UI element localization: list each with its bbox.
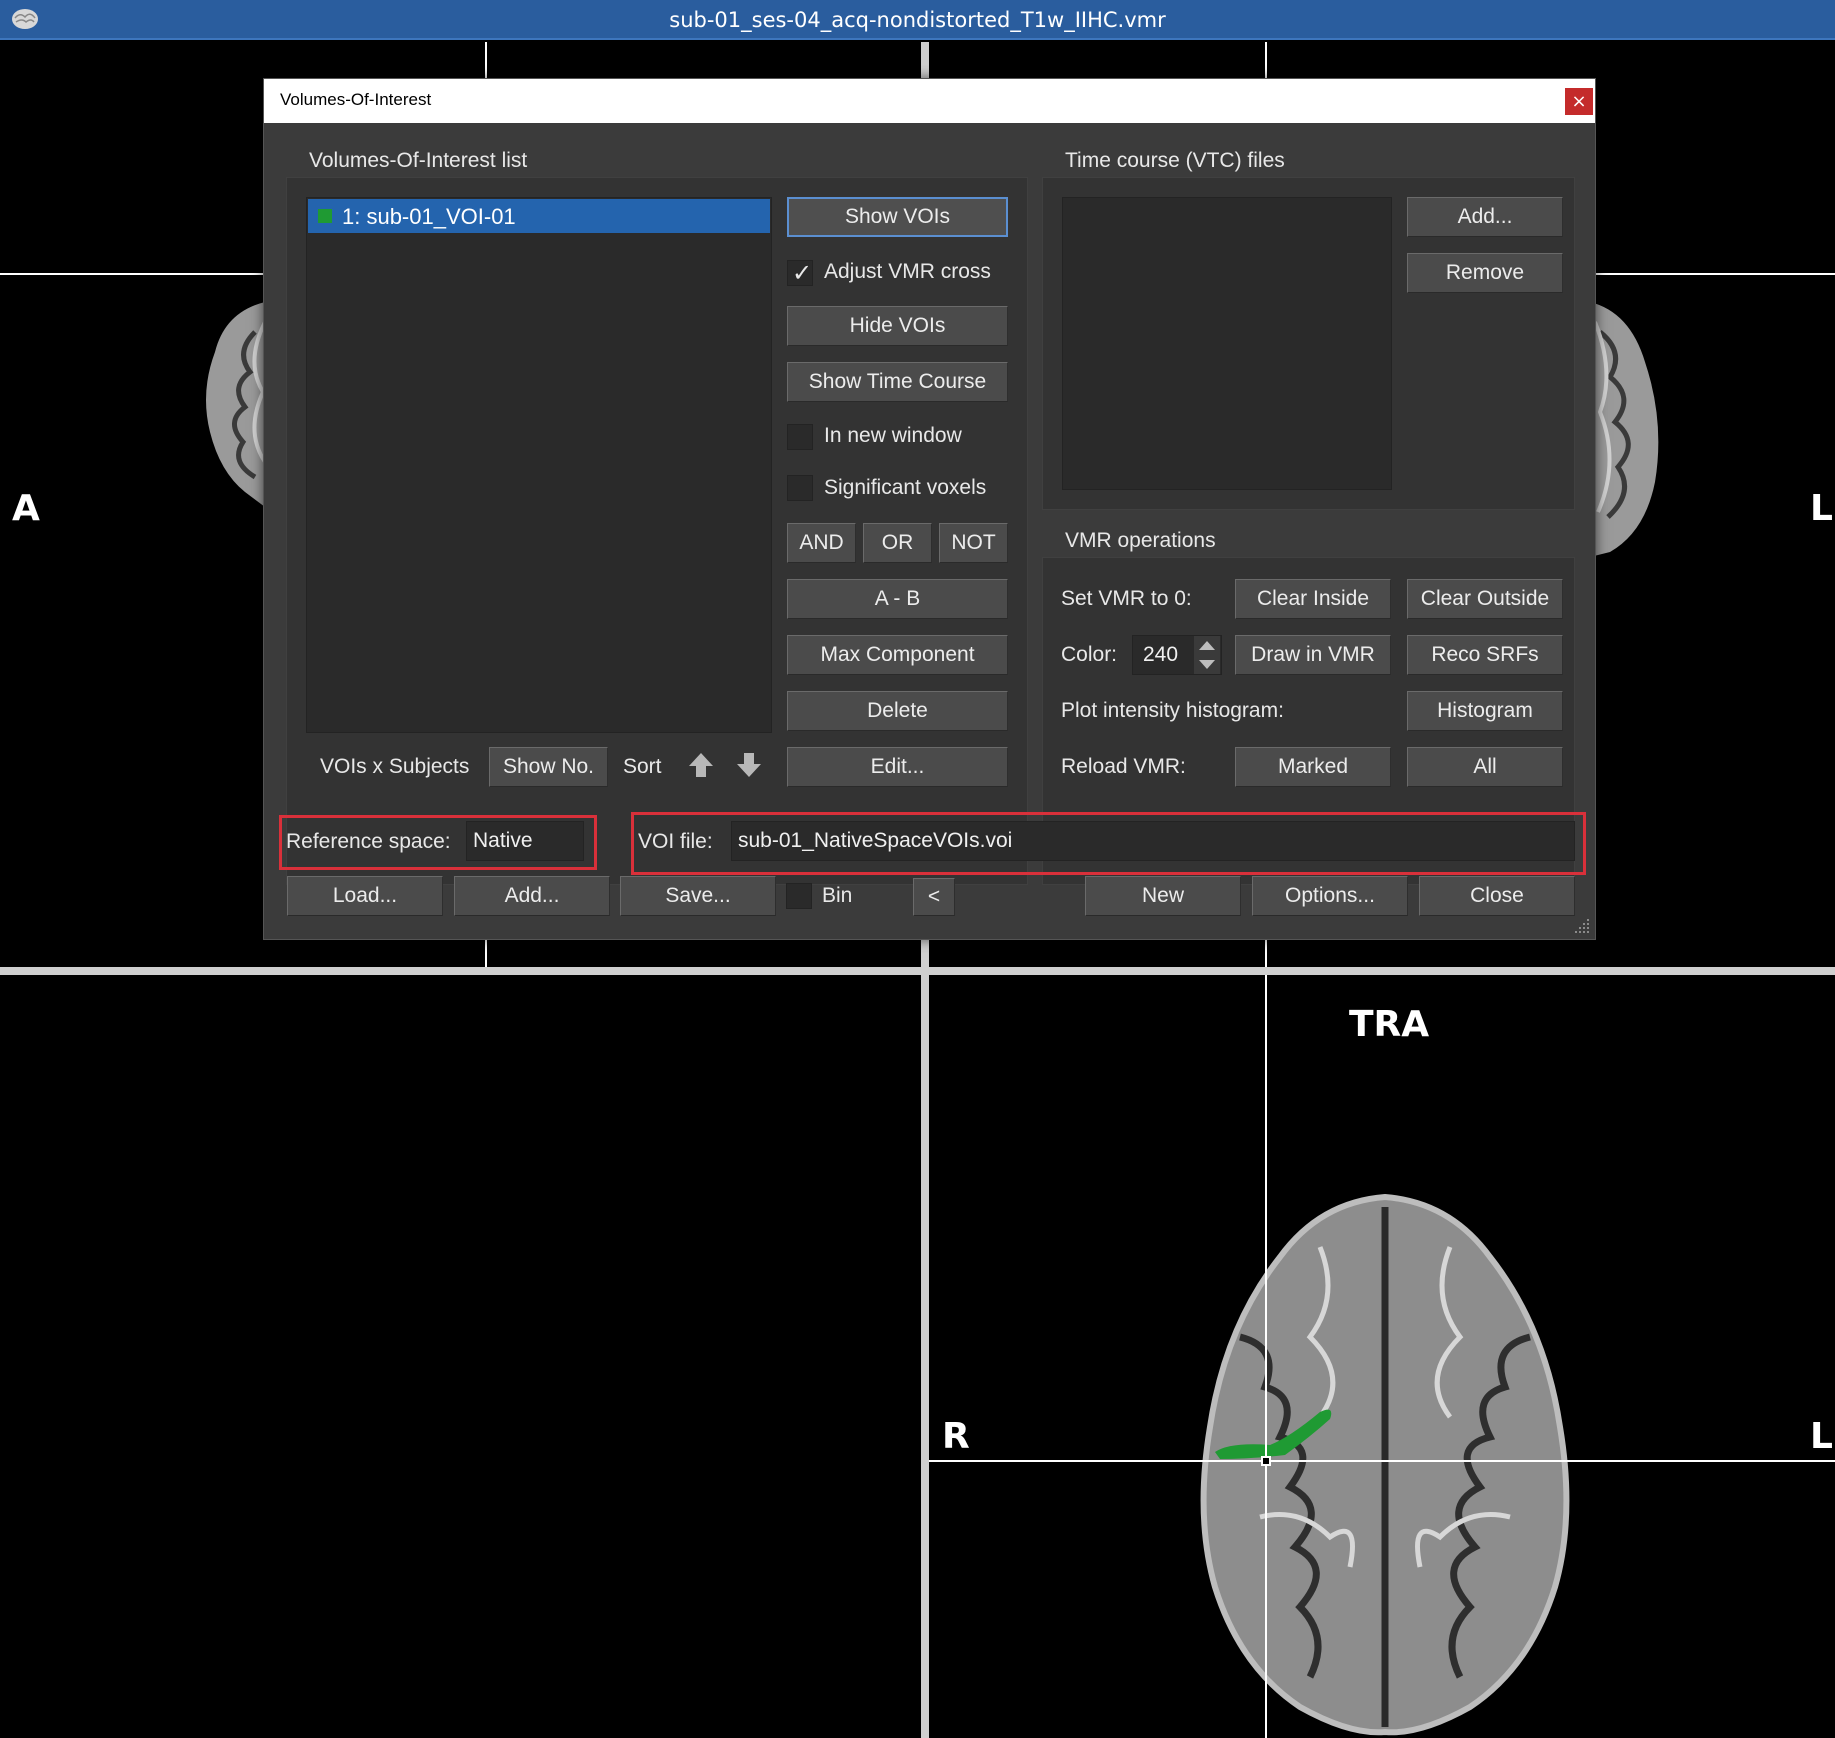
reload-marked-button[interactable]: Marked bbox=[1235, 747, 1391, 787]
edit-button[interactable]: Edit... bbox=[787, 747, 1008, 787]
color-label: Color: bbox=[1061, 643, 1118, 666]
dialog-titlebar[interactable]: Volumes-Of-Interest × bbox=[264, 79, 1595, 123]
max-component-button[interactable]: Max Component bbox=[787, 635, 1008, 675]
clear-inside-button[interactable]: Clear Inside bbox=[1235, 579, 1391, 619]
add-button[interactable]: Add... bbox=[454, 876, 610, 916]
significant-voxels-label: Significant voxels bbox=[824, 476, 987, 499]
in-new-window-label: In new window bbox=[824, 424, 962, 447]
save-button[interactable]: Save... bbox=[620, 876, 776, 916]
coronal-brain-slice bbox=[1590, 302, 1659, 557]
voi-file-value: sub-01_NativeSpaceVOIs.voi bbox=[738, 829, 1013, 852]
reference-space-label: Reference space: bbox=[286, 830, 451, 853]
voi-list-item-label: 1: sub-01_VOI-01 bbox=[342, 204, 516, 229]
draw-in-vmr-button[interactable]: Draw in VMR bbox=[1235, 635, 1391, 675]
adjust-vmr-cross-checkbox[interactable]: ✓ bbox=[787, 259, 813, 287]
voi-list-label: Volumes-Of-Interest list bbox=[309, 149, 528, 172]
reference-space-field[interactable]: Native bbox=[466, 821, 584, 861]
crosshair-line bbox=[929, 1460, 1835, 1462]
load-button[interactable]: Load... bbox=[287, 876, 443, 916]
collapse-button[interactable]: < bbox=[913, 878, 955, 916]
sort-up-arrow-icon[interactable] bbox=[686, 750, 716, 780]
not-button[interactable]: NOT bbox=[939, 523, 1008, 563]
plot-histogram-label: Plot intensity histogram: bbox=[1061, 699, 1284, 722]
in-new-window-checkbox[interactable] bbox=[787, 424, 813, 450]
adjust-vmr-cross-label: Adjust VMR cross bbox=[824, 260, 991, 283]
reload-all-button[interactable]: All bbox=[1407, 747, 1563, 787]
orientation-label-right: R bbox=[942, 1416, 970, 1457]
vois-x-subjects-label: VOIs x Subjects bbox=[320, 755, 470, 778]
reference-space-value: Native bbox=[473, 829, 533, 852]
color-value-text: 240 bbox=[1143, 643, 1179, 666]
orientation-label-left-bottom: L bbox=[1810, 1416, 1833, 1457]
reco-srfs-button[interactable]: Reco SRFs bbox=[1407, 635, 1563, 675]
vmr-operations-label: VMR operations bbox=[1065, 529, 1216, 552]
vtc-add-button[interactable]: Add... bbox=[1407, 197, 1563, 237]
sort-label: Sort bbox=[623, 755, 662, 778]
voi-color-swatch bbox=[318, 209, 332, 223]
vtc-files-label: Time course (VTC) files bbox=[1065, 149, 1285, 172]
histogram-button[interactable]: Histogram bbox=[1407, 691, 1563, 731]
resize-grip-icon[interactable] bbox=[1573, 917, 1591, 935]
voi-file-label: VOI file: bbox=[638, 830, 713, 853]
delete-button[interactable]: Delete bbox=[787, 691, 1008, 731]
transverse-brain-slice bbox=[1200, 1193, 1570, 1736]
hide-vois-button[interactable]: Hide VOIs bbox=[787, 306, 1008, 346]
show-vois-button[interactable]: Show VOIs bbox=[787, 197, 1008, 237]
orientation-label-left-top: L bbox=[1810, 488, 1833, 529]
new-button[interactable]: New bbox=[1085, 876, 1241, 916]
reload-vmr-label: Reload VMR: bbox=[1061, 755, 1186, 778]
voi-listbox[interactable]: 1: sub-01_VOI-01 bbox=[306, 197, 772, 733]
dialog-close-button[interactable]: × bbox=[1565, 88, 1593, 115]
and-button[interactable]: AND bbox=[787, 523, 856, 563]
vtc-remove-button[interactable]: Remove bbox=[1407, 253, 1563, 293]
color-spinner[interactable] bbox=[1194, 636, 1220, 674]
voi-file-field[interactable]: sub-01_NativeSpaceVOIs.voi bbox=[731, 821, 1575, 861]
show-no-button[interactable]: Show No. bbox=[489, 747, 608, 787]
voi-list-item[interactable]: 1: sub-01_VOI-01 bbox=[308, 199, 770, 233]
options-button[interactable]: Options... bbox=[1252, 876, 1408, 916]
dialog-title: Volumes-Of-Interest bbox=[280, 90, 432, 109]
crosshair-line bbox=[1265, 975, 1267, 1738]
clear-outside-button[interactable]: Clear Outside bbox=[1407, 579, 1563, 619]
orientation-label-anterior: A bbox=[12, 488, 40, 529]
sort-down-arrow-icon[interactable] bbox=[734, 750, 764, 780]
or-button[interactable]: OR bbox=[863, 523, 932, 563]
checkmark-icon: ✓ bbox=[792, 259, 813, 287]
bin-checkbox[interactable] bbox=[786, 883, 812, 909]
close-button[interactable]: Close bbox=[1419, 876, 1575, 916]
a-minus-b-button[interactable]: A - B bbox=[787, 579, 1008, 619]
bin-label: Bin bbox=[822, 884, 853, 907]
window-titlebar: sub-01_ses-04_acq-nondistorted_T1w_IIHC.… bbox=[0, 0, 1835, 40]
show-time-course-button[interactable]: Show Time Course bbox=[787, 362, 1008, 402]
window-title: sub-01_ses-04_acq-nondistorted_T1w_IIHC.… bbox=[669, 8, 1166, 32]
significant-voxels-checkbox[interactable] bbox=[787, 475, 813, 501]
set-vmr-to-0-label: Set VMR to 0: bbox=[1061, 587, 1192, 610]
view-label-tra: TRA bbox=[1349, 1004, 1430, 1045]
crosshair-center-marker bbox=[1261, 1456, 1271, 1466]
voi-dialog: Volumes-Of-Interest × Volumes-Of-Interes… bbox=[263, 78, 1596, 940]
vtc-listbox[interactable] bbox=[1062, 197, 1392, 490]
horizontal-divider bbox=[0, 967, 1835, 975]
